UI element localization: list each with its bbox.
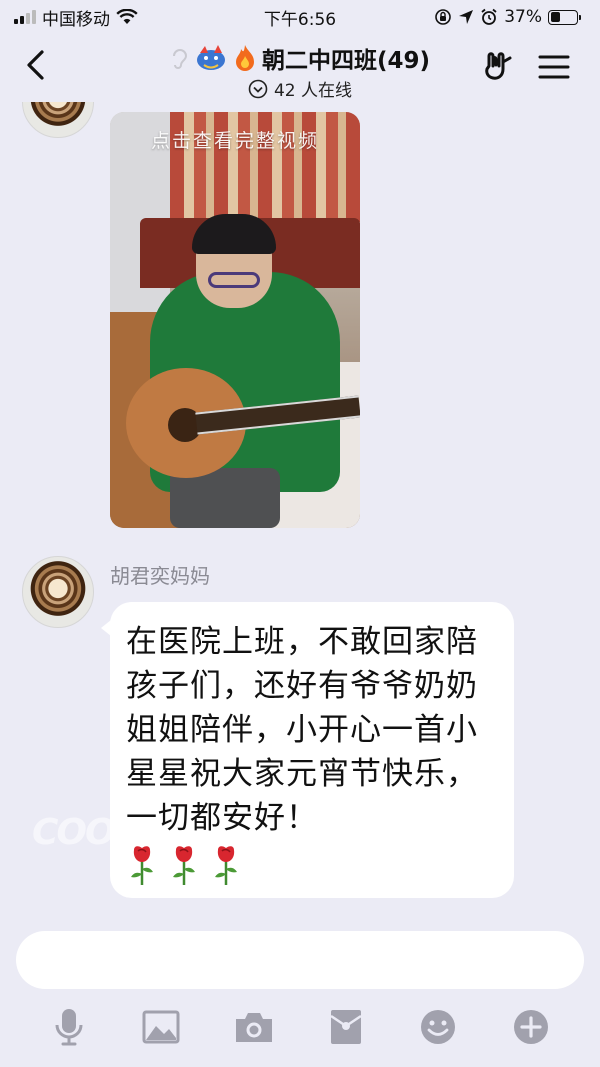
group-title-area[interactable]: 朝二中四班(49) 42 人在线 [90,42,510,101]
sender-avatar[interactable] [22,556,94,628]
video-message[interactable]: 点击查看完整视频 [110,112,360,528]
avatar[interactable] [22,102,94,138]
alarm-icon [481,8,497,25]
rose-icon [210,844,242,890]
battery-icon [548,9,581,25]
battery-percent: 37% [504,7,542,27]
message-input[interactable] [16,931,584,989]
status-right: 37% [434,7,581,27]
emoji-row [126,844,498,890]
red-packet-icon[interactable] [324,1005,368,1049]
plus-icon[interactable] [509,1005,553,1049]
text-message-bubble[interactable]: 在医院上班，不敢回家陪孩子们，还好有爷爷奶奶姐姐陪伴，小开心一首小星星祝大家元宵… [101,602,514,898]
chat-area[interactable]: 点击查看完整视频 胡君奕妈妈 在医院上班，不敢回家陪孩子们，还好有爷爷奶奶姐姐陪… [0,102,600,917]
menu-icon[interactable] [536,50,572,84]
rose-icon [126,844,158,890]
microphone-icon[interactable] [47,1005,91,1049]
back-button[interactable] [18,48,52,82]
emoji-icon[interactable] [416,1005,460,1049]
chevron-left-icon [27,50,44,80]
rose-icon [168,844,200,890]
chat-header: 朝二中四班(49) 42 人在线 [0,34,600,102]
sender-name: 胡君奕妈妈 [110,564,210,588]
ear-icon [172,49,187,69]
camera-icon[interactable] [232,1005,276,1049]
input-area [0,917,600,1067]
chevron-down-circle-icon [248,79,268,98]
dragon-badge-icon [196,45,225,70]
image-icon[interactable] [139,1005,183,1049]
rotation-lock-icon [435,9,452,25]
rock-hand-icon[interactable] [482,48,518,84]
status-left: 中国移动 [14,5,138,30]
watermark: COO [32,812,116,853]
fire-icon [235,45,254,71]
status-bar: 中国移动 下午6:56 37% [0,0,600,34]
signal-icon [14,10,36,24]
input-toolbar [0,1005,600,1049]
message-text: 在医院上班，不敢回家陪孩子们，还好有爷爷奶奶姐姐陪伴，小开心一首小星星祝大家元宵… [126,624,478,836]
video-hint-label: 点击查看完整视频 [150,130,319,152]
group-name: 朝二中四班(49) [261,48,431,74]
online-count: 42 人在线 [273,81,353,101]
wifi-icon [116,9,138,24]
carrier-label: 中国移动 [42,9,110,30]
location-icon [459,10,474,24]
